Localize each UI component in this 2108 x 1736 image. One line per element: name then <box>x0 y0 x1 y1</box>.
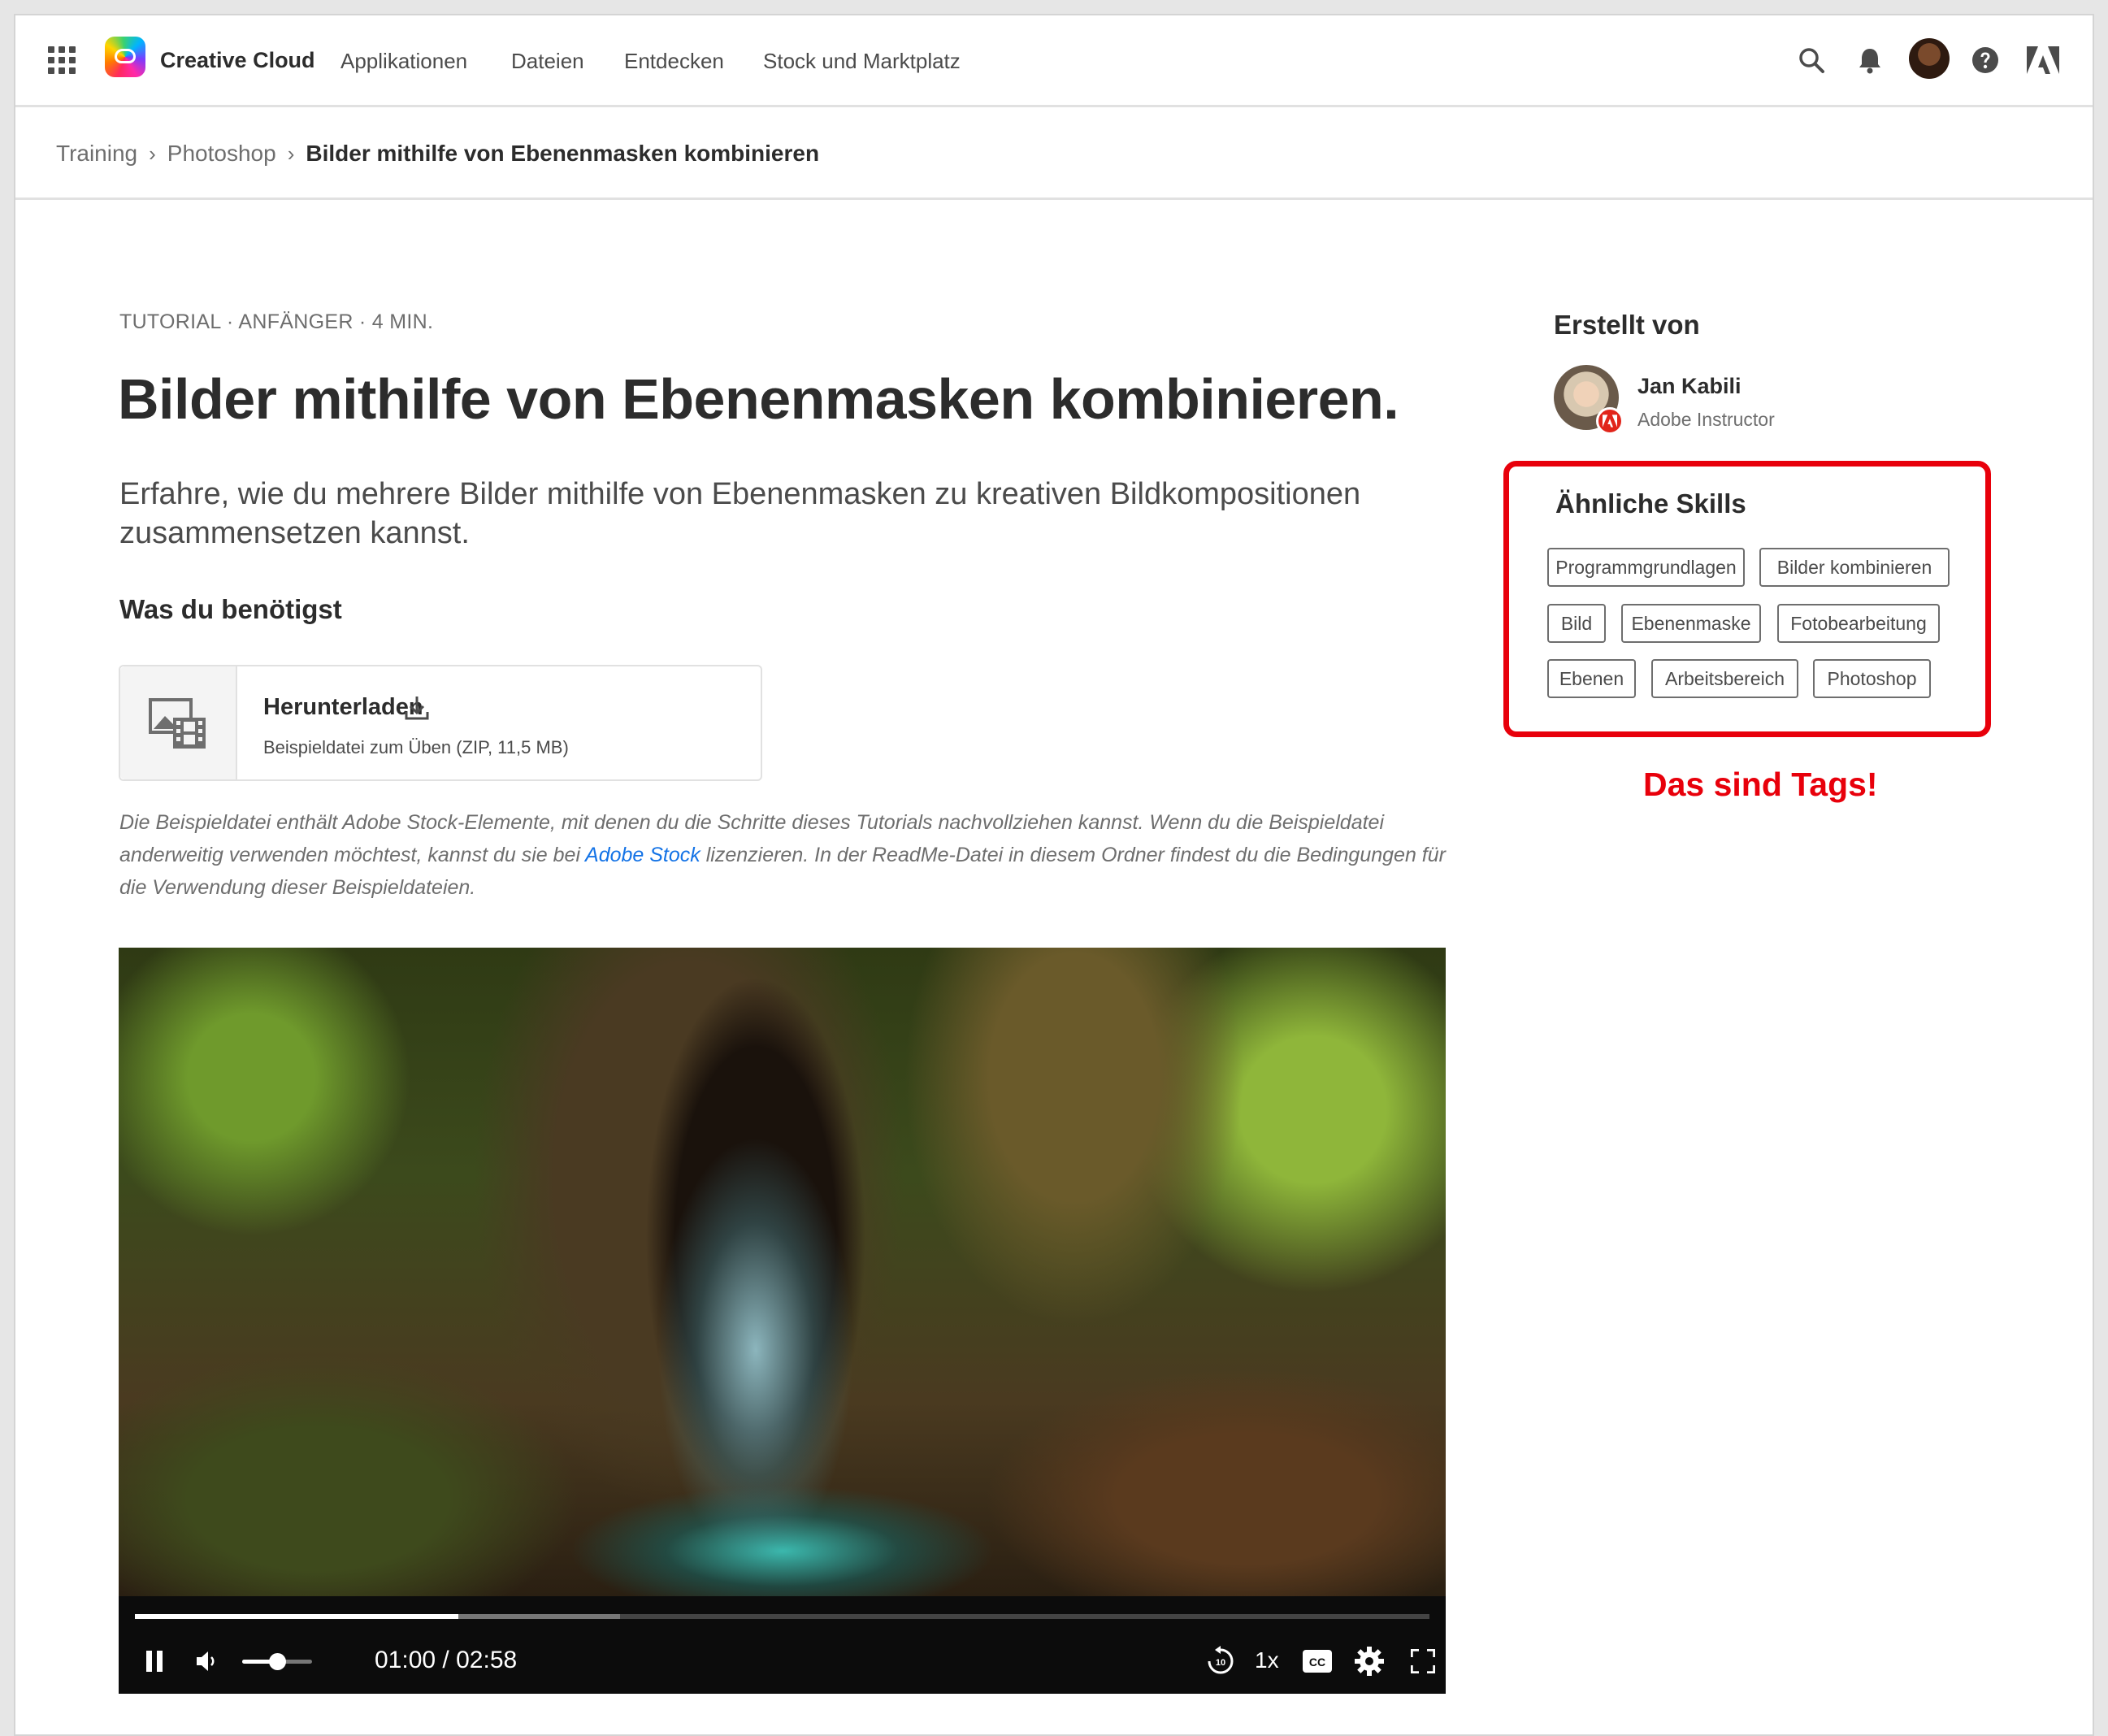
duration: 02:58 <box>456 1647 518 1673</box>
video-controls: 01:00 / 02:58 10 1x CC <box>119 1629 1446 1694</box>
download-card[interactable]: Herunterladen Beispieldatei zum Üben (ZI… <box>119 665 762 781</box>
playback-speed[interactable]: 1x <box>1255 1647 1279 1673</box>
apps-grid-icon[interactable] <box>48 46 76 74</box>
intro-text: Erfahre, wie du mehrere Bilder mithilfe … <box>119 477 1361 550</box>
svg-text:CC: CC <box>1309 1656 1325 1669</box>
volume-icon[interactable] <box>190 1645 223 1677</box>
top-navigation: Creative Cloud Applikationen Dateien Ent… <box>15 15 2093 107</box>
sample-file-note: Die Beispieldatei enthält Adobe Stock-El… <box>119 806 1452 904</box>
skill-tag[interactable]: Bilder kombinieren <box>1759 548 1950 587</box>
author-name[interactable]: Jan Kabili <box>1637 374 1741 399</box>
creative-cloud-logo-icon[interactable] <box>105 37 145 77</box>
video-progress-bar[interactable] <box>135 1614 1429 1619</box>
file-media-icon <box>120 666 237 779</box>
skill-tag[interactable]: Photoshop <box>1813 659 1931 698</box>
volume-knob[interactable] <box>269 1653 286 1670</box>
chevron-right-icon: › <box>149 141 156 166</box>
video-frame-forest-waterfall[interactable] <box>119 948 1446 1596</box>
search-icon[interactable] <box>1794 42 1829 78</box>
skill-tag[interactable]: Fotobearbeitung <box>1777 604 1940 643</box>
nav-stock-marktplatz[interactable]: Stock und Marktplatz <box>763 49 961 74</box>
chevron-right-icon: › <box>287 141 295 166</box>
skill-tag[interactable]: Bild <box>1547 604 1606 643</box>
user-avatar[interactable] <box>1909 38 1950 79</box>
nav-entdecken[interactable]: Entdecken <box>624 49 724 74</box>
tutorial-meta: TUTORIAL · ANFÄNGER · 4 MIN. <box>119 310 434 333</box>
skill-tag[interactable]: Ebenen <box>1547 659 1636 698</box>
time-display: 01:00 / 02:58 <box>375 1647 517 1674</box>
svg-text:10: 10 <box>1216 1658 1225 1668</box>
settings-gear-icon[interactable] <box>1351 1643 1387 1679</box>
help-icon[interactable] <box>1967 42 2003 78</box>
annotation-text: Das sind Tags! <box>1643 766 1878 803</box>
breadcrumb-current: Bilder mithilfe von Ebenenmasken kombini… <box>306 141 820 166</box>
skill-tag[interactable]: Ebenenmaske <box>1621 604 1761 643</box>
adobe-stock-link[interactable]: Adobe Stock <box>585 844 700 866</box>
video-player[interactable]: 01:00 / 02:58 10 1x CC <box>119 948 1446 1694</box>
replay-10-icon[interactable]: 10 <box>1203 1643 1238 1679</box>
breadcrumb-photoshop[interactable]: Photoshop <box>167 141 276 167</box>
breadcrumb-training[interactable]: Training <box>56 141 137 167</box>
time-separator: / <box>442 1647 449 1673</box>
download-icon[interactable] <box>403 694 431 722</box>
skill-tag[interactable]: Arbeitsbereich <box>1651 659 1798 698</box>
nav-applikationen[interactable]: Applikationen <box>340 49 467 74</box>
brand-name[interactable]: Creative Cloud <box>160 48 315 73</box>
nav-dateien[interactable]: Dateien <box>511 49 584 74</box>
divider <box>15 197 2093 200</box>
current-time: 01:00 <box>375 1647 436 1673</box>
volume-slider[interactable] <box>242 1653 312 1670</box>
download-title[interactable]: Herunterladen <box>263 694 423 721</box>
similar-skills-heading: Ähnliche Skills <box>1555 488 1746 519</box>
captions-icon[interactable]: CC <box>1300 1645 1334 1677</box>
pause-icon[interactable] <box>138 1645 171 1677</box>
requirements-heading: Was du benötigst <box>119 594 342 624</box>
browser-page: Creative Cloud Applikationen Dateien Ent… <box>14 14 2094 1736</box>
adobe-badge-icon <box>1596 407 1624 435</box>
played-bar <box>135 1614 459 1619</box>
author-role: Adobe Instructor <box>1637 409 1775 430</box>
download-subtitle: Beispieldatei zum Üben (ZIP, 11,5 MB) <box>263 737 569 757</box>
bell-icon[interactable] <box>1852 42 1888 78</box>
page-title: Bilder mithilfe von Ebenenmasken kombini… <box>118 367 1399 431</box>
created-by-label: Erstellt von <box>1554 310 1700 340</box>
skill-tag[interactable]: Programmgrundlagen <box>1547 548 1745 587</box>
breadcrumb: Training › Photoshop › Bilder mithilfe v… <box>56 137 819 170</box>
fullscreen-icon[interactable] <box>1407 1645 1439 1677</box>
adobe-logo-icon[interactable] <box>2025 42 2061 78</box>
